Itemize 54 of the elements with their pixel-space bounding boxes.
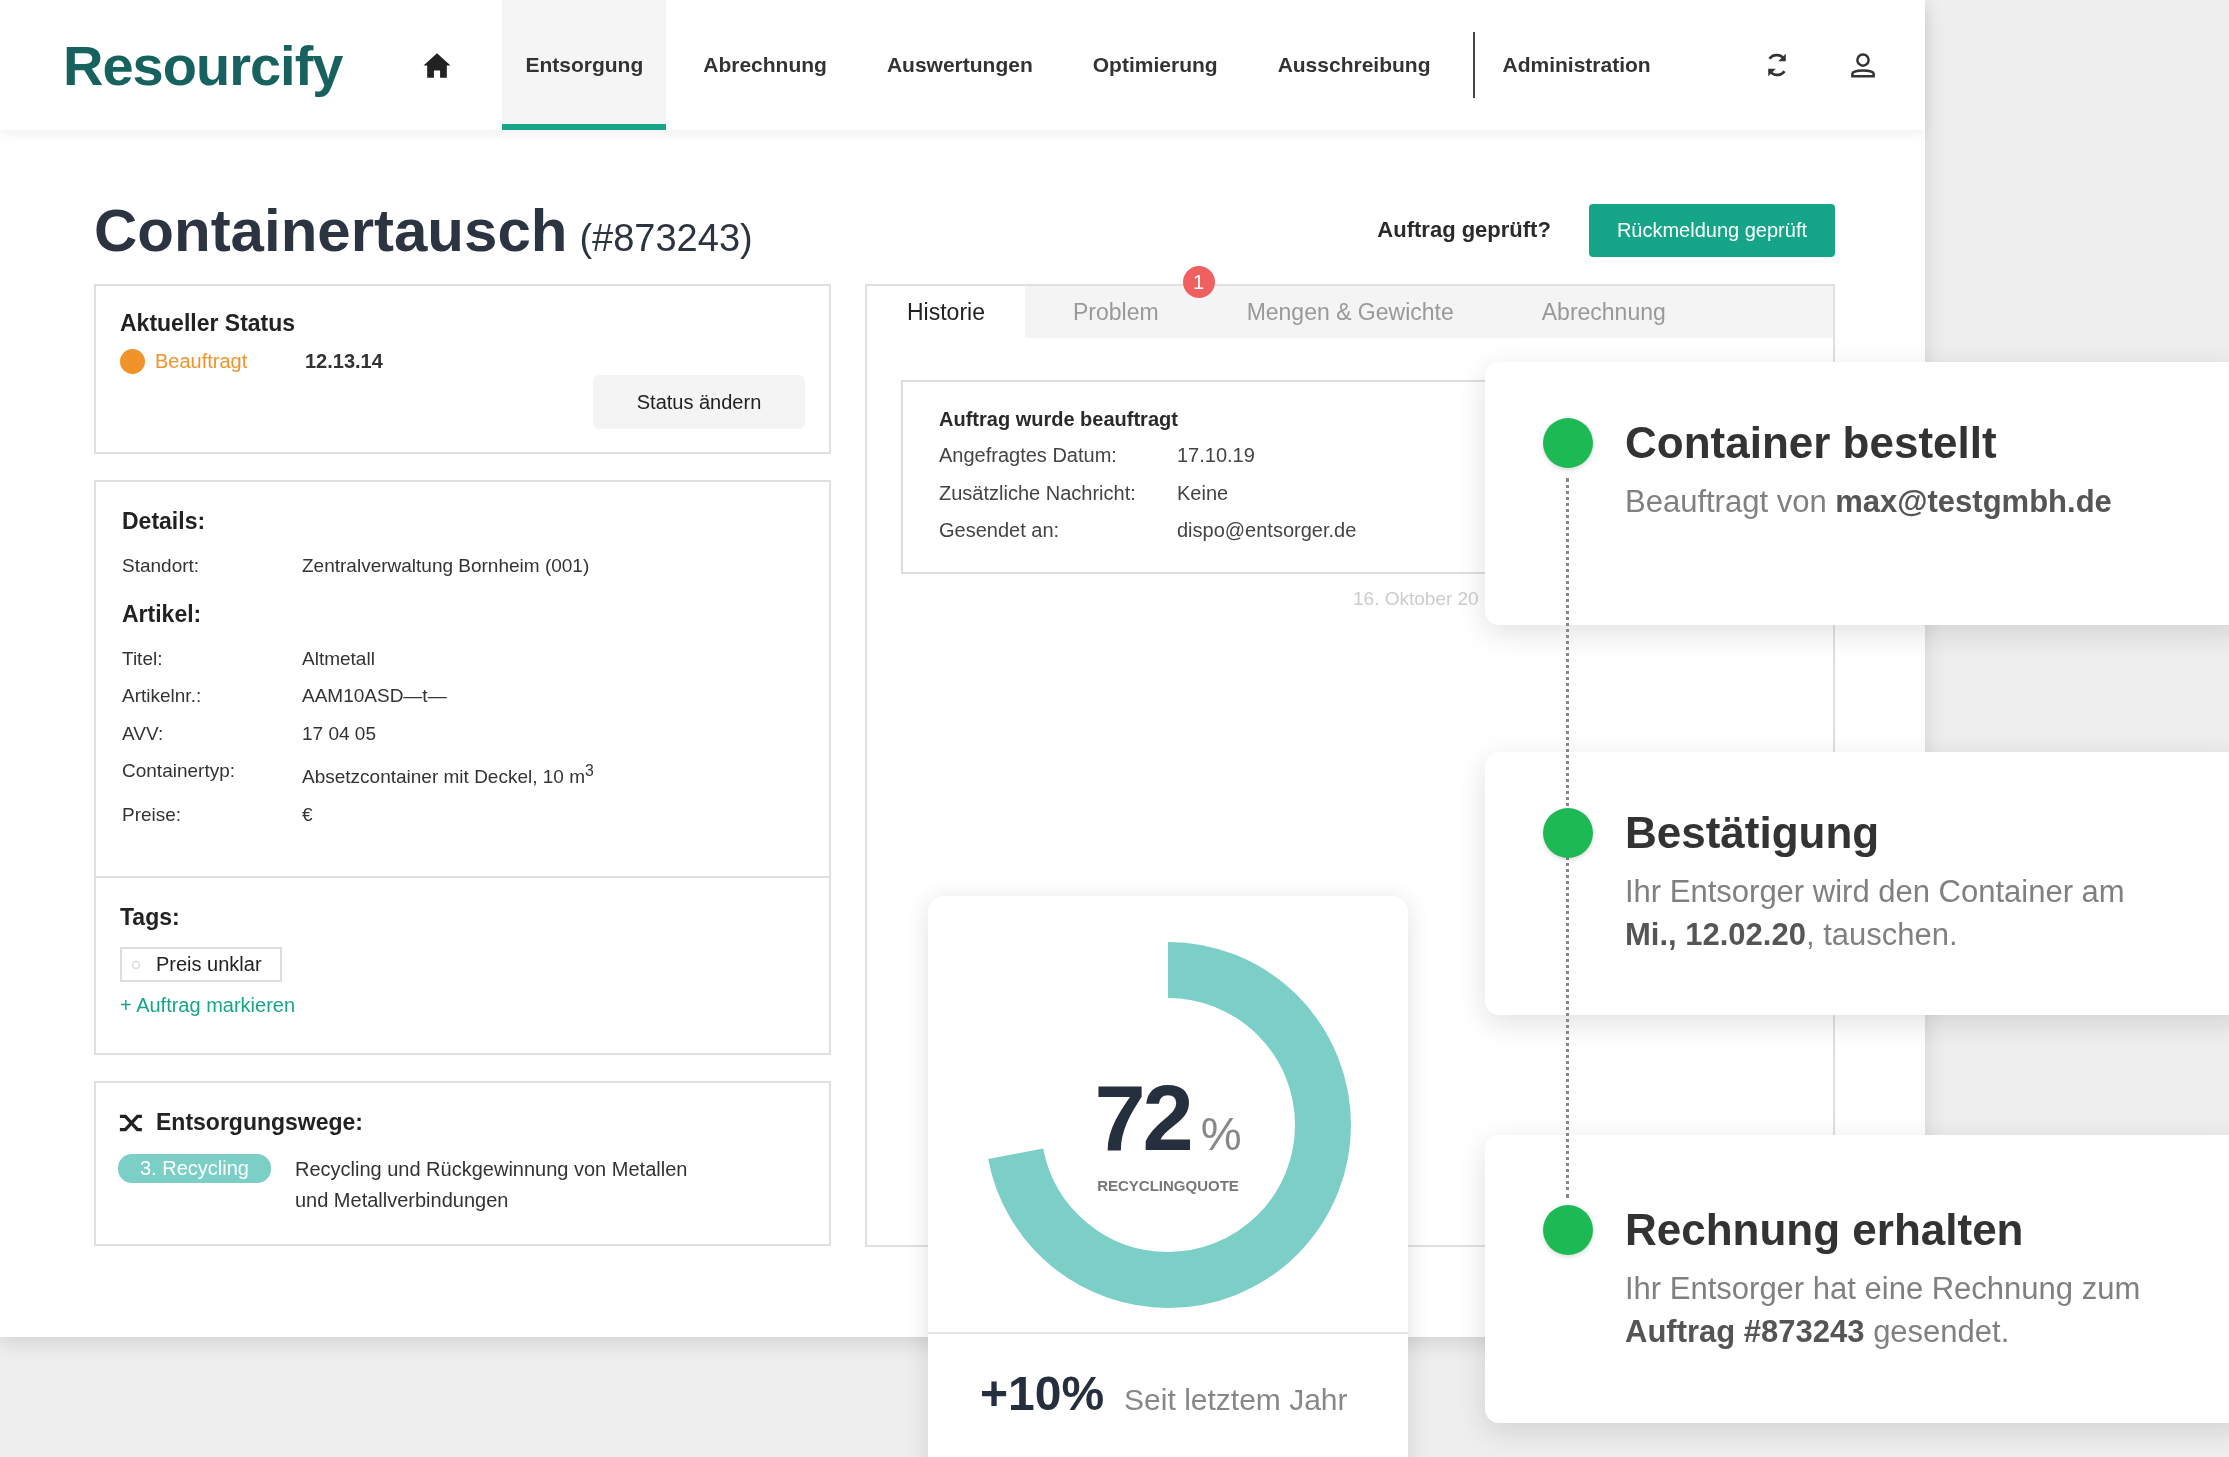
field-value: Absetzcontainer mit Deckel, 10 m$^{3}$ xyxy=(302,761,594,790)
logo[interactable]: Resourcify xyxy=(63,32,343,98)
recycling-value: 72 xyxy=(1094,1066,1191,1171)
nav-tab[interactable]: Entsorgung xyxy=(502,0,667,130)
field-label: AVV: xyxy=(122,721,165,746)
field-value: dispo@entsorger.de xyxy=(1177,518,1357,543)
percent-unit: % xyxy=(1200,1107,1242,1161)
field-value: Altmetall xyxy=(302,646,375,671)
nav-link[interactable]: Administration xyxy=(1479,0,1674,130)
field-value: 17.10.19 xyxy=(1177,443,1255,468)
order-number: (#873243) xyxy=(579,216,753,260)
timeline-title: Rechnung erhalten xyxy=(1625,1205,2025,1255)
nav-tab[interactable]: Optimierung xyxy=(1069,0,1241,130)
field-label: Zusätzliche Nachricht: xyxy=(939,480,1137,506)
change-status-button[interactable]: Status ändern xyxy=(593,375,805,429)
section-heading: Details: xyxy=(122,508,207,535)
change-label: Seit letztem Jahr xyxy=(1124,1383,1348,1417)
nav-tab[interactable]: Ausschreibung xyxy=(1254,0,1454,130)
section-heading: Artikel: xyxy=(122,600,203,628)
field-value: AAM10ASD—t— xyxy=(302,684,447,708)
field-value: Zentralverwaltung Bornheim (001) xyxy=(302,554,590,578)
tab[interactable]: Historie xyxy=(867,286,1025,338)
field-label: Standort: xyxy=(122,554,201,578)
field-value: Keine xyxy=(1177,480,1229,506)
timeline-title: Container bestellt xyxy=(1625,418,1998,468)
change-value: +10% xyxy=(980,1366,1105,1421)
nav-tab[interactable]: Abrechnung xyxy=(680,0,850,130)
section-heading: Entsorgungswege: xyxy=(156,1109,363,1136)
history-heading: Auftrag wurde beauftragt xyxy=(939,408,1179,431)
check-label: Auftrag geprüft? xyxy=(1377,217,1551,243)
field-label: Titel: xyxy=(122,646,164,671)
field-label: Containertyp: xyxy=(122,759,236,783)
timeline-text: Ihr Entsorger hat eine Rechnung zum Auftrag #873243 gesendet. xyxy=(1625,1270,2142,1351)
tag[interactable]: Preis unklar xyxy=(120,947,282,982)
route-tag: 3. Recycling xyxy=(118,1154,271,1183)
field-label: Artikelnr.: xyxy=(122,684,203,708)
timeline-text: Beauftragt von max@testgmbh.de xyxy=(1625,483,2113,521)
nav-tab[interactable]: Auswertungen xyxy=(863,0,1056,130)
recycling-label: RECYCLINGQUOTE xyxy=(1097,1177,1239,1194)
section-heading: Aktueller Status xyxy=(120,310,297,337)
section-heading: Tags: xyxy=(120,904,181,931)
field-value: 17 04 05 xyxy=(302,721,376,746)
field-label: Gesendet an: xyxy=(939,518,1061,543)
timeline-title: Bestätigung xyxy=(1625,808,1881,858)
field-label: Preise: xyxy=(122,802,183,827)
route-description: Recycling und Rückgewinnung von Metallen und Metallverbindungen xyxy=(294,1157,689,1213)
timeline-text: Ihr Entsorger wird den Container am Mi., 12.02.20, tauschen. xyxy=(1625,873,2126,954)
home-icon[interactable] xyxy=(422,51,453,79)
count-badge: 1 xyxy=(1182,266,1215,298)
field-label: Angefragtes Datum: xyxy=(939,443,1118,468)
field-value: € xyxy=(302,802,313,827)
status-label: Beauftragt xyxy=(155,350,249,373)
status-code: 12.13.14 xyxy=(305,350,383,373)
page-title: Containertausch xyxy=(94,195,568,265)
